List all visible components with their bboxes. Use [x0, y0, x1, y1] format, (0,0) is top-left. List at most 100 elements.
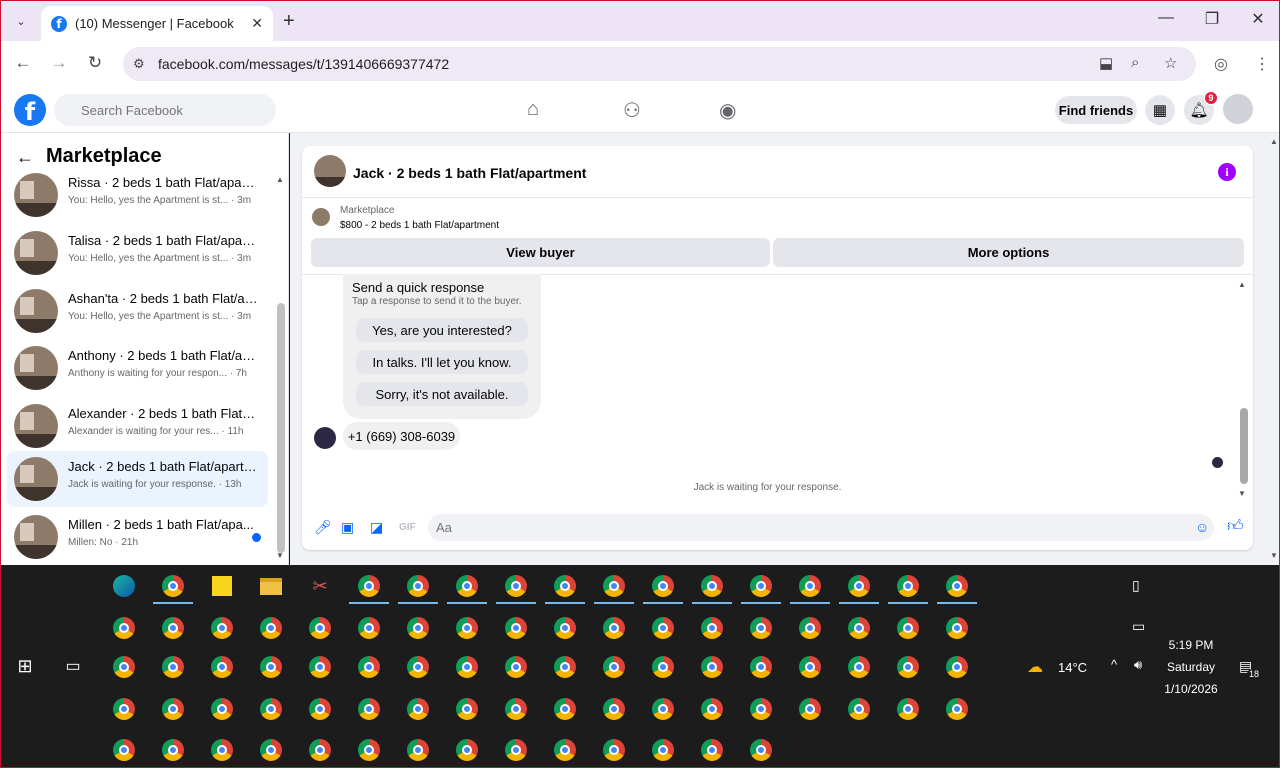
chrome-profile-icon[interactable] — [748, 737, 774, 763]
chrome-profile-icon[interactable] — [552, 573, 578, 599]
zoom-icon[interactable]: ⌕ — [1131, 54, 1139, 71]
back-arrow-icon[interactable]: ← — [16, 147, 34, 168]
chrome-profile-icon[interactable] — [503, 615, 529, 641]
chrome-profile-icon[interactable] — [356, 696, 382, 722]
message-bubble[interactable]: +1 (669) 308-6039 — [343, 422, 460, 450]
tab-search-chevron-icon[interactable]: ⌄ — [9, 9, 33, 33]
chrome-profile-icon[interactable] — [307, 615, 333, 641]
quick-response-interested[interactable]: Yes, are you interested? — [356, 318, 528, 342]
chrome-profile-icon[interactable] — [209, 737, 235, 763]
chrome-profile-icon[interactable] — [454, 573, 480, 599]
clock-time[interactable]: 5:19 PM — [1159, 638, 1223, 652]
windows-start-icon[interactable]: ⊞ — [12, 653, 38, 679]
chrome-profile-icon[interactable] — [601, 696, 627, 722]
chat-title[interactable]: Jack · 2 beds 1 bath Flat/apartment — [353, 165, 586, 181]
task-view-icon[interactable]: ▭ — [60, 653, 86, 679]
chrome-profile-icon[interactable] — [405, 696, 431, 722]
sticky-notes-icon[interactable] — [209, 573, 235, 599]
chrome-profile-icon[interactable] — [307, 737, 333, 763]
close-tab-icon[interactable]: ✕ — [251, 15, 263, 32]
restore-icon[interactable]: ❐ — [1197, 9, 1227, 29]
menu-grid-icon[interactable]: ▦ — [1145, 95, 1175, 125]
chrome-profile-icon[interactable] — [846, 654, 872, 680]
chrome-profile-icon[interactable] — [650, 696, 676, 722]
chrome-profile-icon[interactable] — [258, 654, 284, 680]
chrome-profile-icon[interactable] — [797, 654, 823, 680]
scroll-down-icon[interactable]: ▼ — [1270, 551, 1278, 560]
chrome-profile-icon[interactable] — [552, 615, 578, 641]
weather-icon[interactable]: ☁ — [1027, 657, 1043, 677]
chrome-profile-icon[interactable] — [454, 737, 480, 763]
chrome-profile-icon[interactable] — [552, 737, 578, 763]
forward-arrow-icon[interactable]: → — [48, 53, 70, 73]
edge-icon[interactable] — [111, 573, 137, 599]
chrome-profile-icon[interactable] — [650, 737, 676, 763]
back-arrow-icon[interactable]: ← — [12, 53, 34, 73]
chrome-profile-icon[interactable] — [356, 654, 382, 680]
chrome-profile-icon[interactable] — [503, 737, 529, 763]
volume-icon[interactable]: 🔊︎ — [1134, 657, 1142, 673]
chrome-profile-icon[interactable] — [307, 696, 333, 722]
chrome-profile-icon[interactable] — [258, 737, 284, 763]
chrome-profile-icon[interactable] — [160, 573, 186, 599]
bookmark-star-icon[interactable]: ☆ — [1164, 54, 1177, 72]
profile-icon[interactable]: ◎ — [1214, 54, 1228, 74]
groups-icon[interactable]: ◉ — [719, 98, 736, 123]
chrome-profile-icon[interactable] — [748, 696, 774, 722]
conversation-item-ashanta[interactable]: Ashan'ta · 2 beds 1 bath Flat/ap... You:… — [7, 283, 268, 339]
conversation-item-anthony[interactable]: Anthony · 2 beds 1 bath Flat/ap... Antho… — [7, 340, 268, 396]
chrome-profile-icon[interactable] — [601, 737, 627, 763]
chrome-profile-icon[interactable] — [601, 615, 627, 641]
reload-icon[interactable]: ↻ — [84, 53, 106, 73]
chrome-profile-icon[interactable] — [895, 654, 921, 680]
chrome-profile-icon[interactable] — [111, 696, 137, 722]
quick-response-not-available[interactable]: Sorry, it's not available. — [356, 382, 528, 406]
chrome-profile-icon[interactable] — [650, 615, 676, 641]
network-monitor-icon[interactable]: ▭ — [1132, 618, 1145, 635]
chrome-profile-icon[interactable] — [356, 615, 382, 641]
chrome-profile-icon[interactable] — [209, 615, 235, 641]
find-friends-button[interactable]: Find friends — [1055, 96, 1137, 124]
close-window-icon[interactable]: ✕ — [1243, 9, 1273, 29]
clock-day[interactable]: Saturday — [1159, 660, 1223, 674]
address-bar[interactable]: ⚙ facebook.com/messages/t/13914066693774… — [123, 47, 1196, 81]
quick-response-in-talks[interactable]: In talks. I'll let you know. — [356, 350, 528, 374]
sticker-icon[interactable]: ◪ — [370, 519, 383, 536]
chrome-profile-icon[interactable] — [797, 615, 823, 641]
listing-price-title[interactable]: $800 - 2 beds 1 bath Flat/apartment — [340, 220, 499, 231]
chrome-profile-icon[interactable] — [160, 737, 186, 763]
chrome-profile-icon[interactable] — [503, 654, 529, 680]
conversation-item-millen[interactable]: Millen · 2 beds 1 bath Flat/apa... Mille… — [7, 509, 268, 565]
scroll-down-icon[interactable]: ▼ — [276, 551, 284, 560]
chrome-profile-icon[interactable] — [356, 737, 382, 763]
scroll-up-icon[interactable]: ▲ — [1270, 137, 1278, 146]
chrome-profile-icon[interactable] — [209, 696, 235, 722]
chrome-profile-icon[interactable] — [552, 696, 578, 722]
chrome-profile-icon[interactable] — [699, 654, 725, 680]
account-avatar[interactable] — [1223, 94, 1253, 124]
chrome-profile-icon[interactable] — [160, 696, 186, 722]
chrome-profile-icon[interactable] — [797, 573, 823, 599]
scroll-up-icon[interactable]: ▲ — [1238, 280, 1246, 289]
chrome-profile-icon[interactable] — [160, 615, 186, 641]
new-tab-button[interactable]: + — [283, 10, 295, 33]
chrome-profile-icon[interactable] — [944, 696, 970, 722]
buyer-avatar[interactable] — [314, 427, 336, 449]
chrome-profile-icon[interactable] — [601, 573, 627, 599]
photo-icon[interactable]: ▣ — [341, 519, 354, 536]
chrome-profile-icon[interactable] — [944, 654, 970, 680]
chrome-profile-icon[interactable] — [356, 573, 382, 599]
chrome-profile-icon[interactable] — [650, 573, 676, 599]
conversation-item-jack[interactable]: Jack · 2 beds 1 bath Flat/apartm... Jack… — [7, 451, 268, 507]
chrome-profile-icon[interactable] — [895, 573, 921, 599]
chrome-profile-icon[interactable] — [258, 696, 284, 722]
phone-link-icon[interactable]: ▯ — [1132, 577, 1140, 594]
chrome-profile-icon[interactable] — [160, 654, 186, 680]
chrome-profile-icon[interactable] — [454, 696, 480, 722]
chrome-profile-icon[interactable] — [111, 654, 137, 680]
chrome-profile-icon[interactable] — [503, 573, 529, 599]
weather-temperature[interactable]: 14°C — [1058, 660, 1087, 675]
chrome-profile-icon[interactable] — [405, 573, 431, 599]
chrome-profile-icon[interactable] — [258, 615, 284, 641]
chrome-profile-icon[interactable] — [846, 615, 872, 641]
